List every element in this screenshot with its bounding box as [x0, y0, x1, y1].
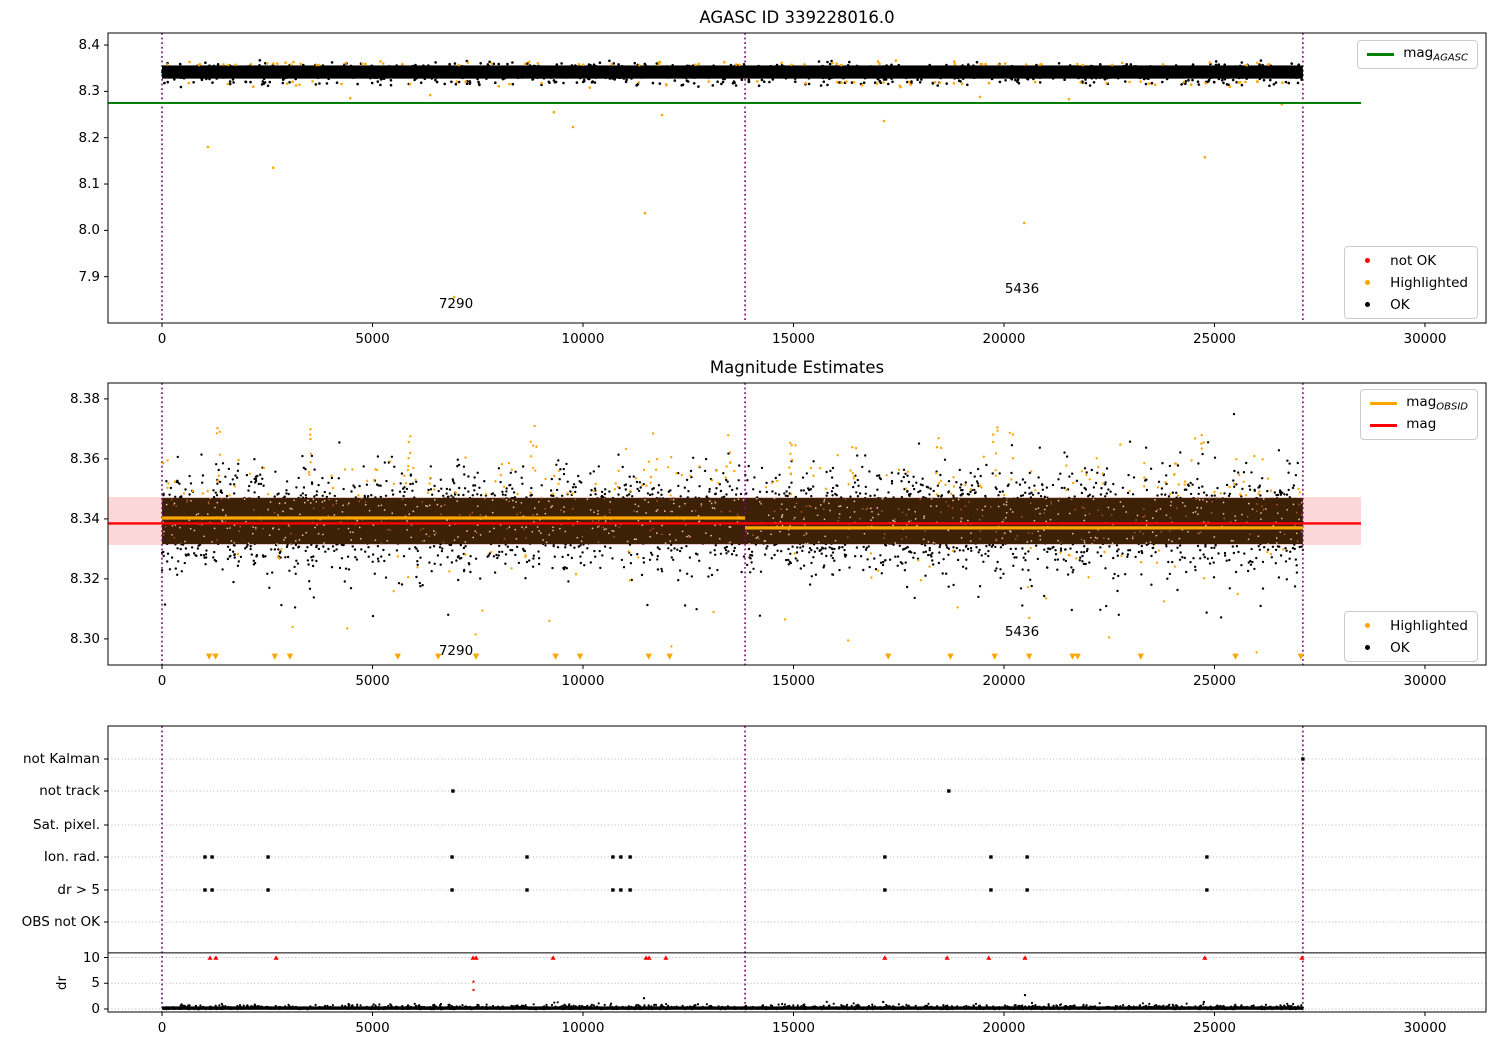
flag-category-label: Ion. rad. — [43, 849, 100, 865]
legend-label: magOBSID — [1406, 394, 1468, 413]
plot1-title: AGASC ID 339228016.0 — [699, 8, 895, 27]
flag-category-label: dr > 5 — [57, 882, 100, 898]
legend-label: not OK — [1390, 252, 1437, 269]
x-tick-label: 5000 — [355, 673, 390, 689]
x-tick-label: 15000 — [772, 673, 815, 689]
plot2-title: Magnitude Estimates — [709, 358, 885, 377]
plot-canvas — [104, 32, 1487, 1016]
legend-item: OK — [1354, 639, 1468, 656]
line-swatch-icon — [1367, 53, 1395, 56]
legend-label: OK — [1390, 296, 1410, 313]
x-tick-label: 5000 — [355, 331, 390, 347]
dr-axis-label: dr — [54, 975, 70, 991]
obsid-annotation: 5436 — [1004, 624, 1040, 640]
y-tick-label: 8.34 — [69, 510, 100, 527]
flag-category-label: Sat. pixel. — [33, 817, 100, 833]
legend-item: magAGASC — [1367, 45, 1468, 64]
line-swatch-icon — [1370, 401, 1398, 406]
flag-category-label: OBS not OK — [21, 914, 100, 930]
x-tick-label: 30000 — [1403, 331, 1447, 347]
flag-category-label: not track — [39, 783, 100, 799]
y-tick-label: 8.4 — [78, 37, 100, 54]
x-tick-label: 20000 — [982, 331, 1026, 347]
x-tick-label: 0 — [157, 1020, 167, 1036]
y-tick-label: 8.32 — [69, 570, 100, 587]
legend-item: Highlighted — [1354, 274, 1468, 291]
x-tick-label: 20000 — [982, 673, 1026, 689]
x-tick-label: 30000 — [1403, 673, 1447, 689]
obsid-annotation: 7290 — [438, 643, 474, 659]
dr-tick-label: 5 — [91, 975, 100, 992]
legend-mag-agasc: magAGASC — [1357, 40, 1478, 69]
legend-label: mag — [1406, 416, 1437, 433]
y-tick-label: 8.1 — [78, 176, 100, 193]
legend-item: Highlighted — [1354, 617, 1468, 634]
dot-marker-icon — [1354, 623, 1381, 628]
line-swatch-icon — [1370, 424, 1398, 427]
x-tick-label: 0 — [157, 331, 167, 347]
legend-label: Highlighted — [1390, 617, 1468, 634]
legend-label: Highlighted — [1390, 274, 1468, 291]
y-tick-label: 8.30 — [69, 630, 100, 647]
y-tick-label: 8.38 — [69, 390, 100, 407]
x-tick-label: 25000 — [1192, 331, 1236, 347]
legend-label: OK — [1390, 639, 1410, 656]
dot-marker-icon — [1354, 645, 1381, 650]
y-tick-label: 8.0 — [78, 222, 100, 239]
y-tick-label: 7.9 — [78, 268, 100, 285]
dot-marker-icon — [1354, 258, 1381, 263]
y-tick-label: 8.36 — [69, 450, 100, 467]
dot-marker-icon — [1354, 302, 1381, 307]
x-tick-label: 15000 — [772, 331, 815, 347]
legend-item: mag — [1370, 416, 1468, 434]
obsid-annotation: 7290 — [438, 296, 474, 312]
dr-tick-label: 10 — [82, 949, 100, 966]
y-tick-label: 8.3 — [78, 83, 100, 100]
legend-plot2-lines: magOBSID mag — [1360, 389, 1478, 440]
y-tick-label: 8.2 — [78, 129, 100, 146]
obsid-annotation: 5436 — [1004, 281, 1040, 297]
legend-item: magOBSID — [1370, 394, 1468, 413]
legend-item: OK — [1354, 296, 1468, 313]
x-tick-label: 15000 — [772, 1020, 815, 1036]
legend-label: magAGASC — [1403, 45, 1468, 64]
x-tick-label: 20000 — [982, 1020, 1026, 1036]
legend-plot2-markers: Highlighted OK — [1344, 611, 1478, 662]
x-tick-label: 0 — [157, 673, 167, 689]
x-tick-label: 30000 — [1403, 1020, 1447, 1036]
dr-tick-label: 0 — [91, 1001, 100, 1017]
figure: AGASC ID 339228016.0 Magnitude Estimates… — [0, 0, 1500, 1050]
x-tick-label: 25000 — [1192, 673, 1236, 689]
x-tick-label: 10000 — [561, 1020, 605, 1036]
legend-plot1-markers: not OK Highlighted OK — [1344, 246, 1478, 319]
x-tick-label: 10000 — [561, 673, 605, 689]
x-tick-label: 10000 — [561, 331, 605, 347]
x-tick-label: 5000 — [355, 1020, 390, 1036]
x-tick-label: 25000 — [1192, 1020, 1236, 1036]
legend-item: not OK — [1354, 252, 1468, 269]
dot-marker-icon — [1354, 280, 1381, 285]
flag-category-label: not Kalman — [22, 751, 100, 767]
